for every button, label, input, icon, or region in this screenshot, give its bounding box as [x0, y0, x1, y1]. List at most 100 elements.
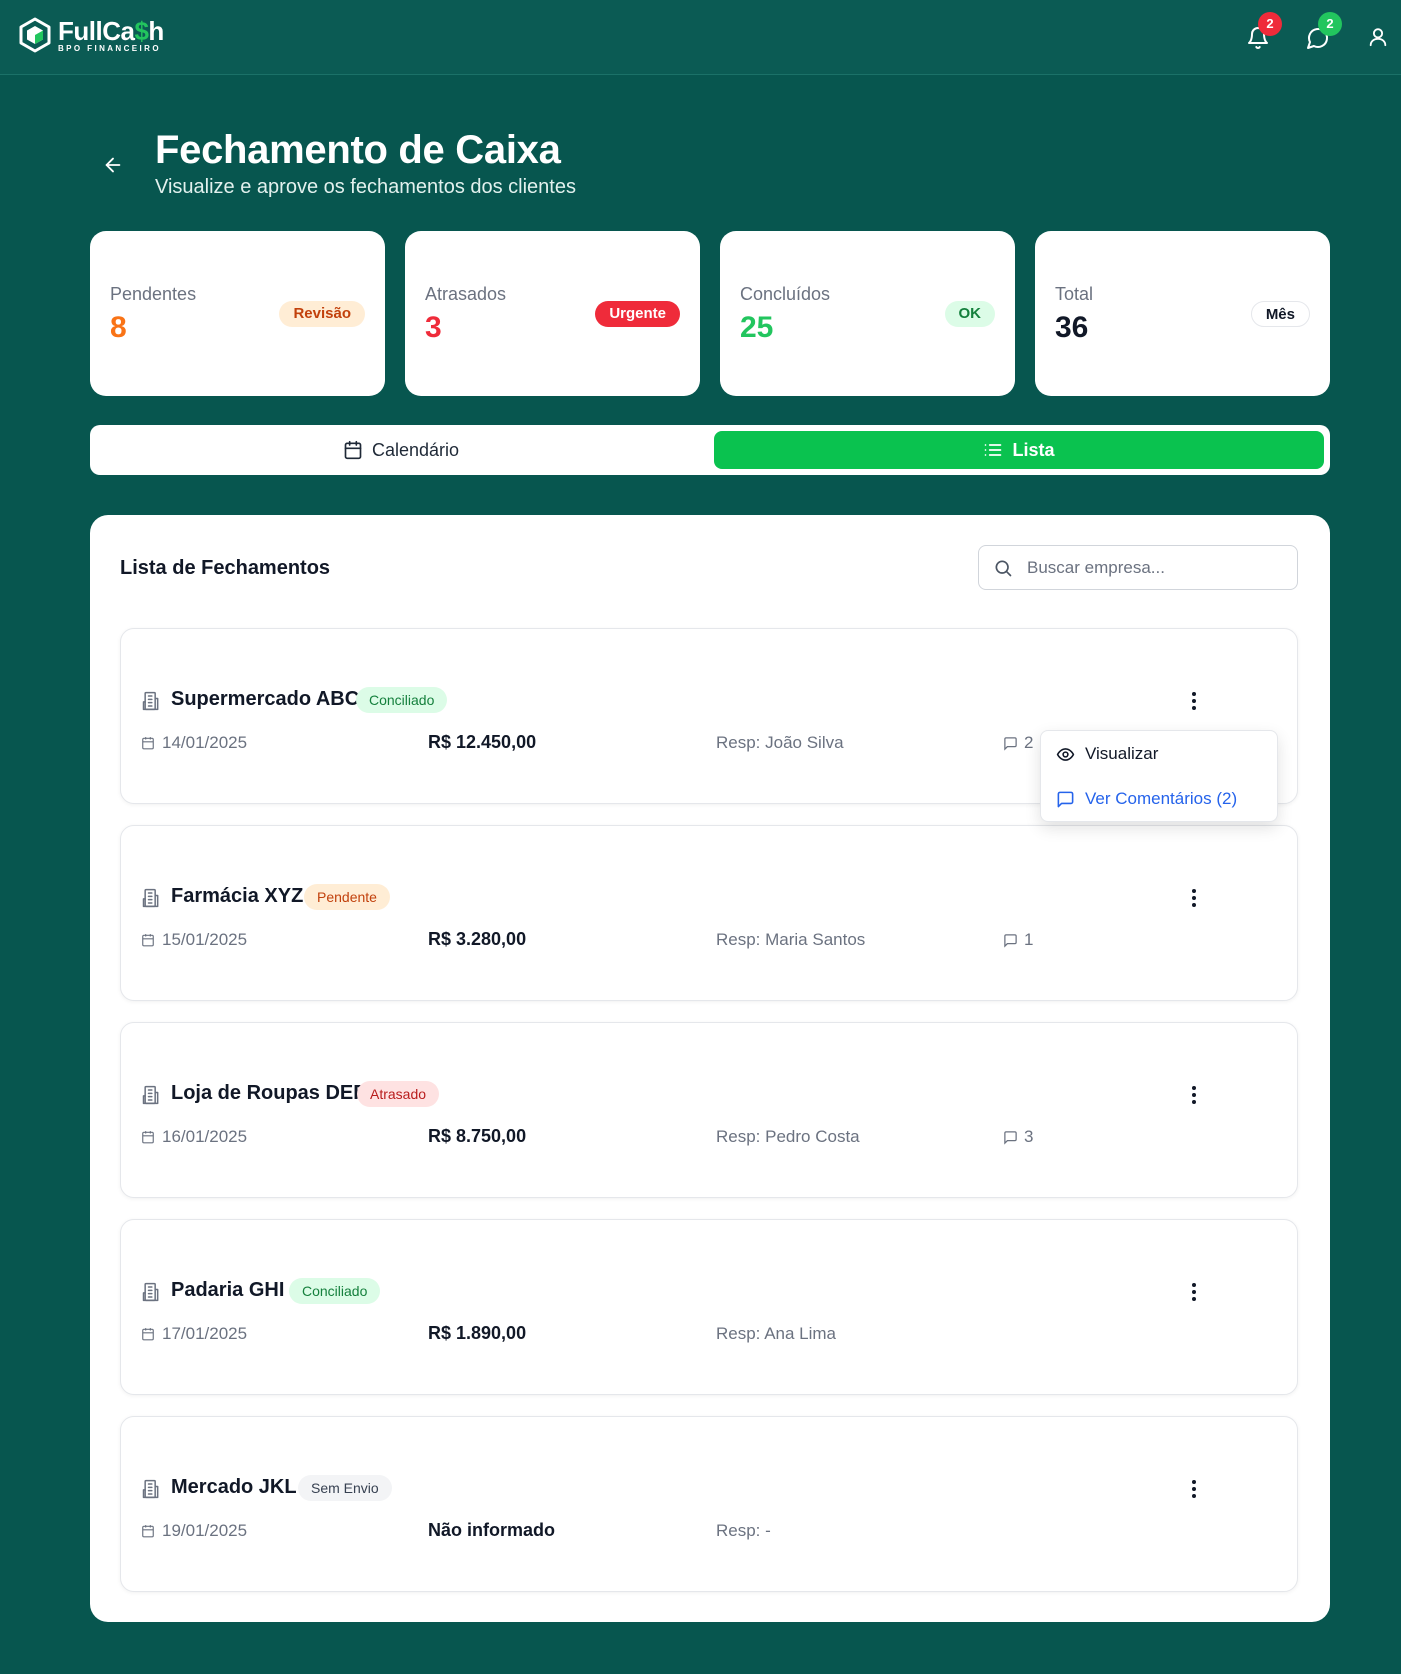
- comment-count[interactable]: 3: [1003, 1127, 1033, 1147]
- comment-icon: [1004, 933, 1017, 948]
- stat-label: Total: [1055, 284, 1094, 304]
- logo-cube-icon: [19, 17, 51, 53]
- tab-lista[interactable]: Lista: [714, 431, 1324, 469]
- view-toggle: Calendário Lista: [90, 425, 1330, 475]
- top-bar: FullCa$h BPO FINANCEIRO 2 2: [0, 0, 1401, 75]
- closing-amount: Não informado: [428, 1520, 556, 1540]
- arrow-left-icon: [105, 157, 121, 173]
- back-button[interactable]: [102, 154, 124, 176]
- more-vertical-icon[interactable]: [1183, 1083, 1205, 1107]
- list-item[interactable]: Padaria GHI Conciliado 17/01/2025 R$ 1.8…: [120, 1219, 1298, 1395]
- closing-amount: R$ 1.890,00: [428, 1323, 527, 1343]
- comment-icon: [1057, 791, 1074, 807]
- status-badge: Mês: [1250, 301, 1310, 327]
- responsible: Resp: Maria Santos: [716, 930, 866, 949]
- responsible: Resp: Pedro Costa: [716, 1127, 860, 1146]
- closing-date: 14/01/2025: [141, 733, 247, 753]
- search-box: [978, 545, 1298, 590]
- list-item[interactable]: Loja de Roupas DEF Atrasado 16/01/2025 R…: [120, 1022, 1298, 1198]
- stat-value: 3: [425, 311, 442, 344]
- stat-label: Atrasados: [425, 284, 507, 304]
- more-vertical-icon[interactable]: [1183, 1280, 1205, 1304]
- responsible: Resp: -: [716, 1521, 771, 1540]
- comment-icon: [1004, 1130, 1017, 1145]
- notifications-badge: 2: [1258, 12, 1282, 36]
- calendar-icon: [142, 737, 154, 750]
- status-badge: OK: [944, 301, 995, 327]
- company-name: Loja de Roupas DEF: [171, 1082, 366, 1104]
- brand-tagline: BPO FINANCEIRO: [58, 43, 161, 53]
- closing-date: 19/01/2025: [141, 1521, 247, 1541]
- building-icon: [142, 1282, 159, 1302]
- closing-date: 15/01/2025: [141, 930, 247, 950]
- search-input[interactable]: [1027, 554, 1277, 581]
- eye-icon: [1056, 747, 1075, 761]
- stat-card-pendentes: Pendentes 8 Revisão: [90, 231, 385, 396]
- tab-label: Lista: [1012, 439, 1055, 460]
- tab-label: Calendário: [371, 439, 460, 460]
- list-item[interactable]: Farmácia XYZ Pendente 15/01/2025 R$ 3.28…: [120, 825, 1298, 1001]
- more-vertical-icon[interactable]: [1183, 689, 1205, 713]
- closing-date: 16/01/2025: [141, 1127, 247, 1147]
- brand-name: FullCa$h: [58, 15, 164, 46]
- user-menu-button[interactable]: [1367, 26, 1391, 50]
- comment-count[interactable]: 1: [1003, 930, 1033, 950]
- status-badge: Revisão: [279, 301, 365, 327]
- building-icon: [142, 1479, 159, 1499]
- list-title: Lista de Fechamentos: [120, 557, 331, 579]
- stat-value: 25: [740, 311, 774, 344]
- calendar-icon: [344, 440, 362, 460]
- page-subtitle: Visualize e aprove os fechamentos dos cl…: [155, 176, 576, 198]
- brand-logo[interactable]: FullCa$h BPO FINANCEIRO: [18, 17, 164, 53]
- more-vertical-icon[interactable]: [1183, 886, 1205, 910]
- calendar-icon: [142, 934, 154, 947]
- calendar-icon: [142, 1131, 154, 1144]
- closing-amount: R$ 3.280,00: [428, 929, 527, 949]
- messages-badge: 2: [1318, 12, 1342, 36]
- closing-amount: R$ 8.750,00: [428, 1126, 527, 1146]
- company-name: Supermercado ABC: [171, 688, 360, 710]
- comment-count[interactable]: 2: [1003, 733, 1033, 753]
- comment-icon: [1004, 736, 1017, 751]
- calendar-icon: [142, 1525, 154, 1538]
- company-name: Farmácia XYZ: [171, 885, 304, 907]
- stat-label: Pendentes: [110, 284, 197, 304]
- user-icon: [1369, 28, 1387, 47]
- closing-date: 17/01/2025: [141, 1324, 247, 1344]
- status-badge: Pendente: [304, 884, 390, 910]
- responsible: Resp: João Silva: [716, 733, 844, 752]
- status-badge: Conciliado: [356, 687, 448, 713]
- search-icon: [995, 560, 1012, 577]
- status-badge: Atrasado: [357, 1081, 440, 1107]
- tab-calendario[interactable]: Calendário: [96, 431, 706, 469]
- page-title: Fechamento de Caixa: [155, 128, 561, 172]
- row-actions-menu: Visualizar Ver Comentários (2): [1040, 730, 1278, 822]
- stat-card-atrasados: Atrasados 3 Urgente: [405, 231, 700, 396]
- list-item[interactable]: Mercado JKL Sem Envio 19/01/2025 Não inf…: [120, 1416, 1298, 1592]
- menu-item-ver-comentarios[interactable]: Ver Comentários (2): [1056, 786, 1237, 812]
- company-name: Padaria GHI: [171, 1279, 285, 1301]
- menu-item-label: Ver Comentários (2): [1085, 789, 1238, 808]
- stat-card-concluidos: Concluídos 25 OK: [720, 231, 1015, 396]
- closing-amount: R$ 12.450,00: [428, 732, 537, 752]
- messages-button[interactable]: 2: [1306, 12, 1342, 50]
- more-vertical-icon[interactable]: [1183, 1477, 1205, 1501]
- responsible: Resp: Ana Lima: [716, 1324, 837, 1343]
- stat-value: 36: [1055, 311, 1089, 344]
- stat-label: Concluídos: [740, 284, 831, 304]
- list-icon: [985, 444, 1002, 456]
- notifications-button[interactable]: 2: [1246, 12, 1282, 50]
- menu-item-label: Visualizar: [1085, 744, 1159, 763]
- closings-list-panel: Lista de Fechamentos Supermercado ABC Co…: [90, 515, 1330, 1622]
- calendar-icon: [142, 1328, 154, 1341]
- stat-value: 8: [110, 311, 127, 344]
- building-icon: [142, 1085, 159, 1105]
- stat-card-total: Total 36 Mês: [1035, 231, 1330, 396]
- status-badge: Sem Envio: [298, 1475, 392, 1501]
- company-name: Mercado JKL: [171, 1476, 297, 1498]
- building-icon: [142, 888, 159, 908]
- status-badge: Conciliado: [289, 1278, 381, 1304]
- building-icon: [142, 691, 159, 711]
- menu-item-visualizar[interactable]: Visualizar: [1056, 741, 1158, 767]
- status-badge: Urgente: [595, 301, 680, 327]
